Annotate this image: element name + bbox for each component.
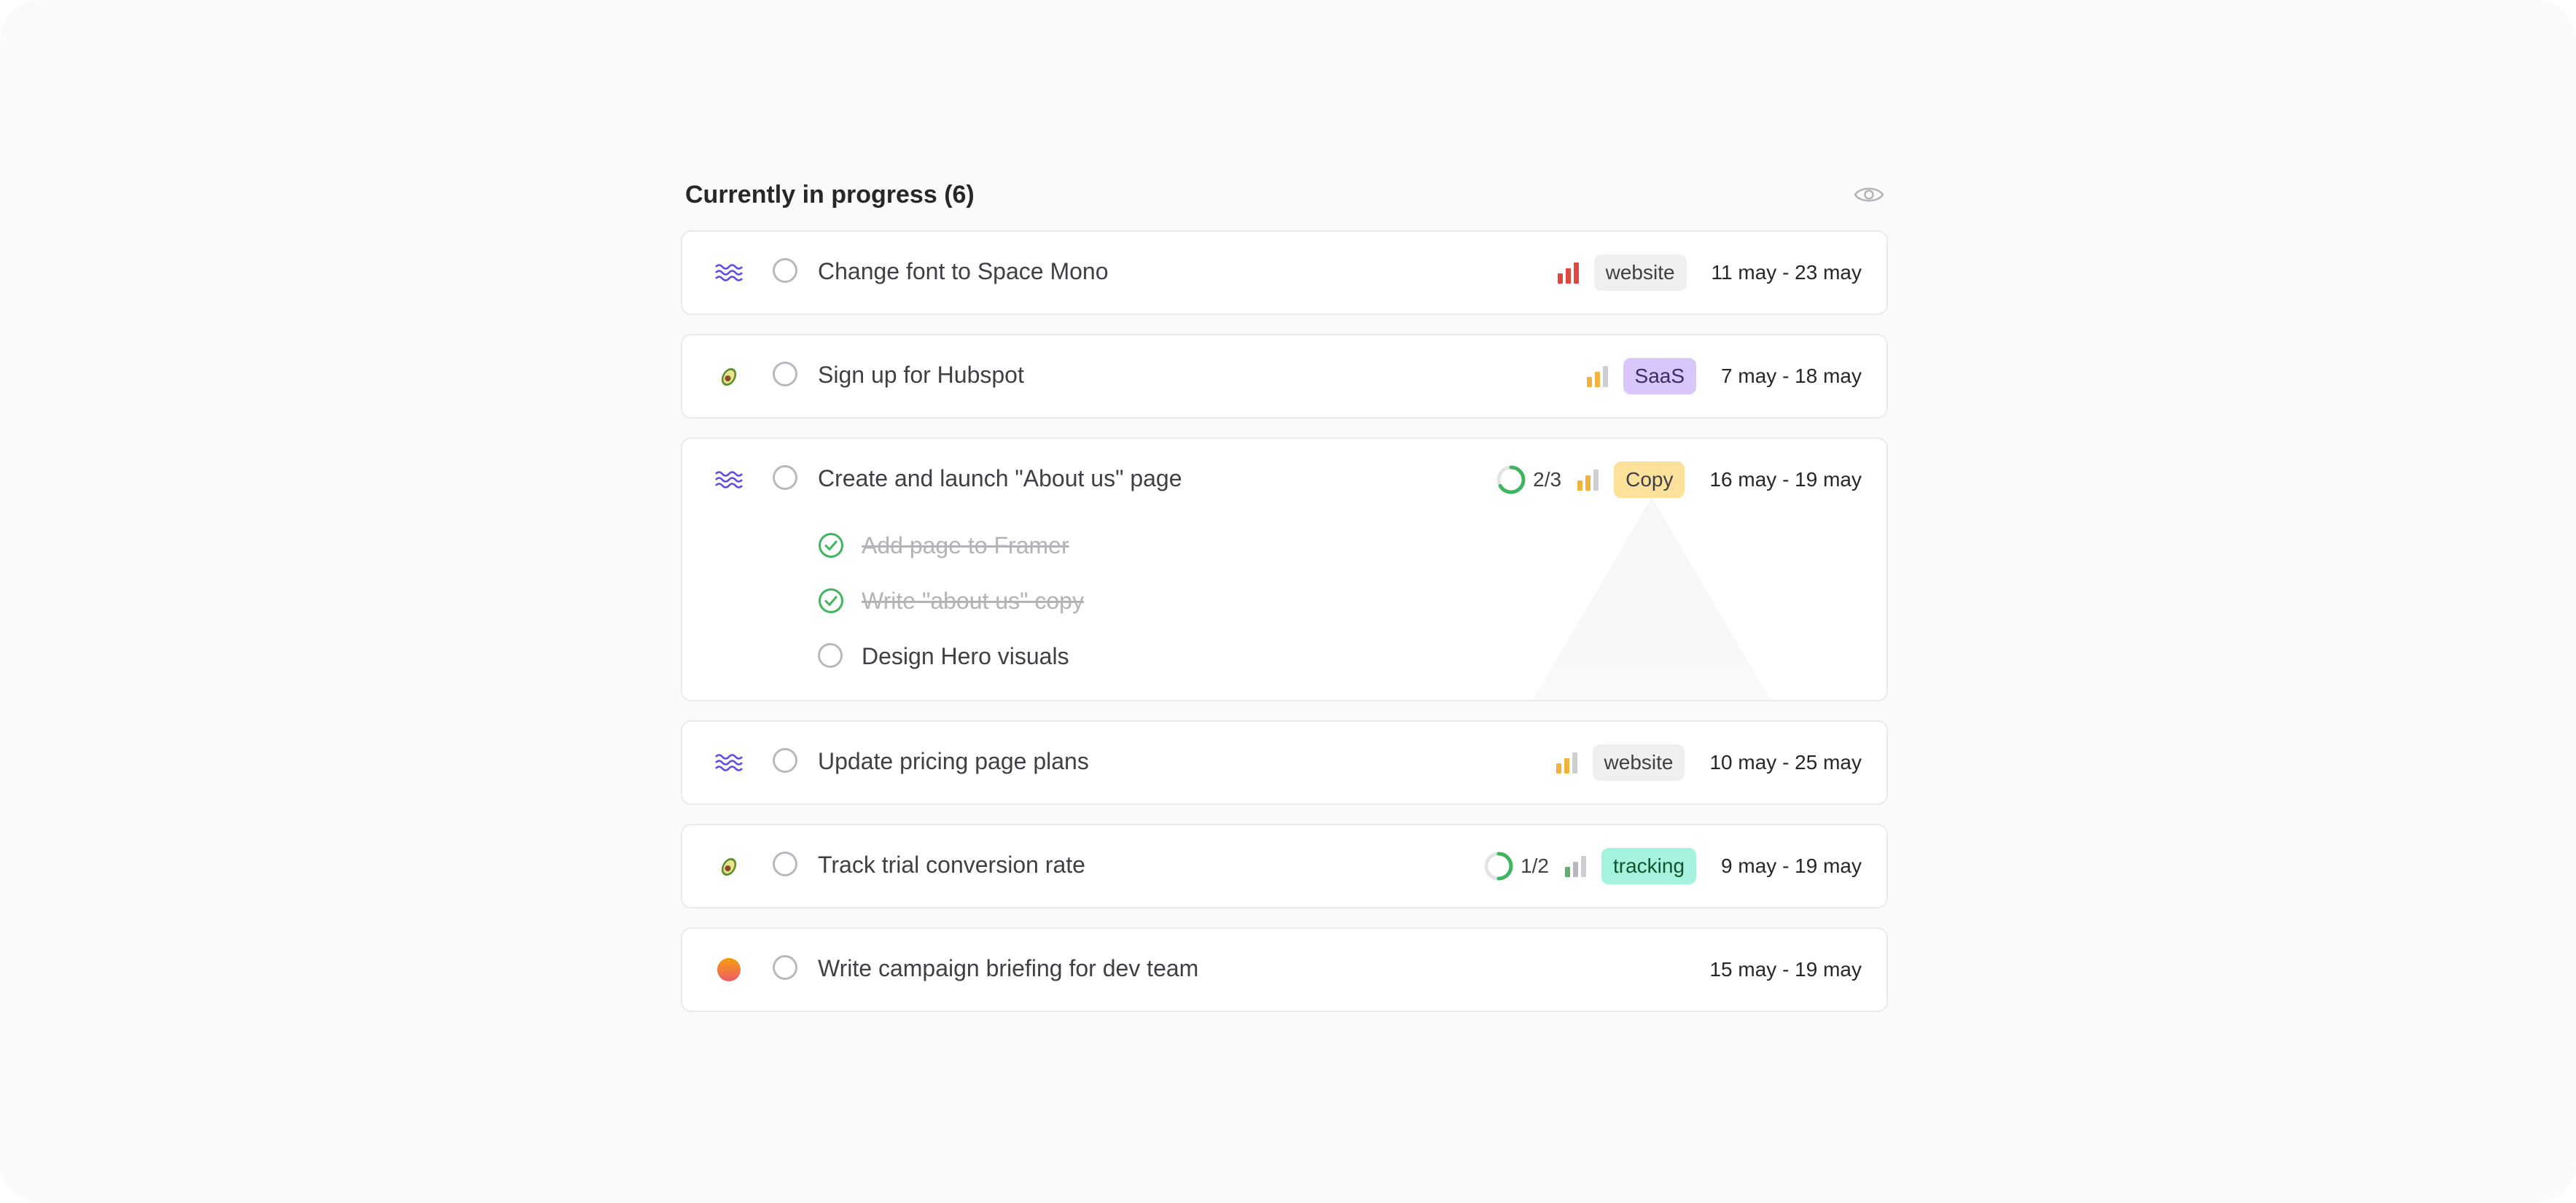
subtask-checkbox[interactable]: [818, 643, 843, 668]
task-meta: website 10 may - 25 may: [1555, 742, 1862, 783]
priority-medium-icon[interactable]: [1555, 750, 1580, 775]
tag-badge[interactable]: SaaS: [1623, 358, 1697, 394]
progress-ring-icon: [1496, 465, 1526, 494]
task-meta: 1/2 tracking 9 may - 19 may: [1483, 846, 1862, 887]
task-title[interactable]: Sign up for Hubspot: [818, 362, 1024, 389]
check-circle-icon[interactable]: [818, 588, 844, 614]
avocado-icon: [714, 362, 743, 391]
sunset-icon: [714, 955, 743, 984]
wave-icon: [714, 258, 743, 287]
task-meta: 15 may - 19 may: [1685, 949, 1862, 990]
tag-badge[interactable]: tracking: [1601, 848, 1697, 884]
subtask-progress[interactable]: 2/3: [1495, 464, 1561, 496]
date-range[interactable]: 7 may - 18 may: [1721, 365, 1862, 388]
subtask-progress[interactable]: 1/2: [1483, 850, 1549, 882]
check-circle-icon[interactable]: [818, 532, 844, 558]
task-title[interactable]: Change font to Space Mono: [818, 258, 1109, 285]
date-range[interactable]: 16 may - 19 may: [1709, 468, 1862, 491]
subtask-title[interactable]: Design Hero visuals: [862, 643, 1069, 670]
progress-count: 1/2: [1521, 854, 1549, 877]
eye-icon[interactable]: [1853, 184, 1885, 206]
task-row[interactable]: Sign up for Hubspot SaaS 7 may - 18 may: [681, 334, 1888, 418]
progress-ring-icon: [1484, 852, 1513, 881]
date-range[interactable]: 11 may - 23 may: [1712, 261, 1862, 284]
tag-badge[interactable]: website: [1593, 254, 1687, 291]
task-row[interactable]: Write campaign briefing for dev team 15 …: [681, 927, 1888, 1012]
task-meta: website 11 may - 23 may: [1556, 252, 1862, 293]
wave-icon: [714, 748, 743, 777]
priority-high-icon[interactable]: [1556, 260, 1581, 285]
tag-badge[interactable]: Copy: [1614, 462, 1685, 498]
task-checkbox[interactable]: [773, 362, 797, 386]
task-checkbox[interactable]: [773, 748, 797, 773]
wave-icon: [714, 465, 743, 494]
task-title[interactable]: Write campaign briefing for dev team: [818, 955, 1198, 982]
task-row[interactable]: Change font to Space Mono website 11 may…: [681, 230, 1888, 315]
section-title: Currently in progress (6): [685, 181, 975, 209]
subtask-title[interactable]: Add page to Framer: [862, 532, 1069, 559]
task-row-expanded[interactable]: Create and launch "About us" page 2/3 Co…: [681, 437, 1888, 701]
date-range[interactable]: 9 may - 19 may: [1721, 854, 1862, 878]
task-checkbox[interactable]: [773, 955, 797, 980]
task-checkbox[interactable]: [773, 258, 797, 283]
task-row[interactable]: Track trial conversion rate 1/2 tracking…: [681, 824, 1888, 908]
date-range[interactable]: 10 may - 25 may: [1709, 751, 1862, 774]
progress-count: 2/3: [1533, 468, 1562, 491]
task-title[interactable]: Track trial conversion rate: [818, 852, 1085, 879]
task-checkbox[interactable]: [773, 852, 797, 876]
tag-badge[interactable]: website: [1592, 744, 1685, 781]
task-title[interactable]: Create and launch "About us" page: [818, 465, 1182, 492]
task-checkbox[interactable]: [773, 465, 797, 490]
subtask-title[interactable]: Write "about us" copy: [862, 588, 1084, 615]
priority-medium-icon[interactable]: [1576, 467, 1601, 492]
avocado-icon: [714, 852, 743, 881]
priority-medium-icon[interactable]: [1585, 364, 1610, 389]
task-row[interactable]: Update pricing page plans website 10 may…: [681, 720, 1888, 805]
task-meta: SaaS 7 may - 18 may: [1585, 356, 1862, 397]
date-range[interactable]: 15 may - 19 may: [1709, 958, 1862, 981]
priority-low-icon[interactable]: [1564, 854, 1588, 879]
decorative-shape: [1528, 497, 1776, 700]
in-progress-panel: Currently in progress (6) Change font to…: [681, 179, 1888, 1031]
app-canvas: Currently in progress (6) Change font to…: [0, 0, 2576, 1203]
task-meta: 2/3 Copy 16 may - 19 may: [1495, 459, 1862, 500]
task-title[interactable]: Update pricing page plans: [818, 748, 1089, 775]
section-header: Currently in progress (6): [685, 179, 1888, 230]
